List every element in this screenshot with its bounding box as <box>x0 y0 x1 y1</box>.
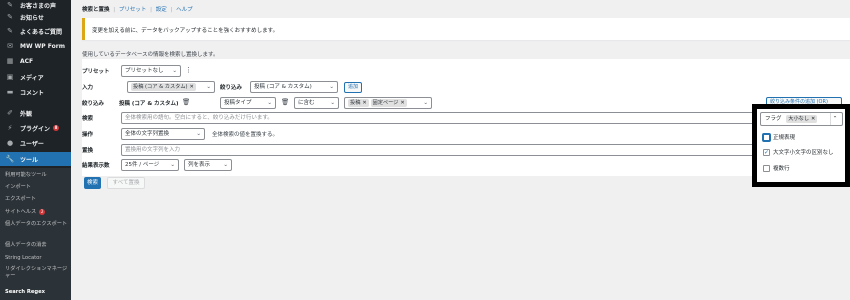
submenu-site-health[interactable]: サイトヘルス 2 <box>5 209 69 216</box>
remove-chip-icon[interactable]: ✕ <box>190 84 194 90</box>
chevron-down-icon: ⌄ <box>170 162 175 168</box>
chevron-down-icon: ⌄ <box>267 100 272 106</box>
flags-dropdown: フラグ 大小なし ✕ ⌃ 正規表現 ✓ 大文字小文字の区別なし 複数行 <box>757 109 845 182</box>
checkbox[interactable] <box>763 164 770 172</box>
replace-label: 置換 <box>82 148 94 154</box>
tab-presets[interactable]: プリセット <box>119 7 147 13</box>
pin-icon: ✎ <box>7 1 13 9</box>
input-label: 入力 <box>82 85 94 91</box>
menu-plugins[interactable]: ⚡ プラグイン 8 <box>0 121 71 135</box>
chevron-down-icon: ⌄ <box>330 100 335 106</box>
filter-label: 絞り込み <box>220 85 243 91</box>
trash-icon[interactable]: 🗑 <box>182 98 190 106</box>
plugin-icon: ⚡ <box>7 124 13 132</box>
media-icon: ▣ <box>6 73 14 81</box>
remove-chip-icon[interactable]: ✕ <box>362 100 366 106</box>
results-label: 結果表示数 <box>82 163 110 169</box>
search-form-panel: プリセット プリセットなし ⌄ ⋮ 入力 投稿 (コア & カスタム) ✕ ⌄ 絞り込… <box>82 59 850 176</box>
pin-icon: ✎ <box>7 13 13 21</box>
menu-tools[interactable]: 🔧 ツール <box>0 152 71 166</box>
post-type-values[interactable]: 投稿 ✕ 固定ページ ✕ ⌄ <box>344 97 432 109</box>
comment-icon: ▬ <box>6 88 14 96</box>
menu-users[interactable]: ● ユーザー <box>0 136 71 150</box>
chevron-up-icon[interactable]: ⌃ <box>830 113 839 125</box>
preset-label: プリセット <box>82 69 110 75</box>
per-page-select[interactable]: 25件 / ページ ⌄ <box>121 159 179 171</box>
flags-dropdown-highlight: フラグ 大小なし ✕ ⌃ 正規表現 ✓ 大文字小文字の区別なし 複数行 <box>752 104 850 187</box>
chevron-down-icon: ⌄ <box>172 68 177 74</box>
wrench-icon: 🔧 <box>5 155 15 163</box>
columns-select[interactable]: 列を表示 ⌄ <box>184 159 232 171</box>
add-filter-button[interactable]: 追加 <box>344 82 363 93</box>
tab-help[interactable]: ヘルプ <box>176 7 193 13</box>
preset-select[interactable]: プリセットなし ⌄ <box>121 65 181 77</box>
menu-appearance[interactable]: ✐ 外観 <box>0 106 71 120</box>
trash-icon[interactable]: 🗑 <box>281 98 289 106</box>
tab-settings[interactable]: 設定 <box>156 7 167 13</box>
flag-chip: 大小なし ✕ <box>786 115 818 123</box>
submenu-string-locator[interactable]: String Locator <box>5 255 69 262</box>
remove-chip-icon[interactable]: ✕ <box>400 100 404 106</box>
menu-acf[interactable]: ▦ ACF <box>0 54 71 68</box>
column-select[interactable]: 投稿タイプ ⌄ <box>220 97 276 109</box>
menu-mwwpform[interactable]: ✉ MW WP Form <box>0 39 71 53</box>
chevron-down-icon: ⌄ <box>329 84 334 90</box>
menu-news[interactable]: ✎ お知らせ <box>0 10 71 24</box>
search-button[interactable]: 検索 <box>84 177 101 189</box>
operation-help: 全体検索の値を置換する。 <box>212 132 279 138</box>
search-input[interactable]: 全体検索用の語句。空白にすると、絞り込みだけ行います。 <box>121 112 761 124</box>
backup-notice: 変更を加える前に、データをバックアップすることを強くおすすめします。 <box>82 18 850 40</box>
filter-row-title: 投稿 (コア & カスタム) <box>119 101 179 107</box>
logic-select[interactable]: に含む ⌄ <box>294 97 339 109</box>
user-icon: ● <box>6 139 14 147</box>
site-health-badge: 2 <box>39 209 46 215</box>
flag-option-multiline[interactable]: 複数行 <box>763 164 790 172</box>
submenu-search-regex[interactable]: Search Regex <box>5 289 69 296</box>
main-content: 検索と置換 | プリセット | 設定 | ヘルプ 変更を加える前に、データをバッ… <box>71 0 850 300</box>
tab-nav: 検索と置換 | プリセット | 設定 | ヘルプ <box>82 7 193 13</box>
replace-input[interactable]: 置換用の文字列を入力 <box>121 144 761 156</box>
filter-select[interactable]: 投稿 (コア & カスタム) ⌄ <box>250 81 338 93</box>
chevron-down-icon: ⌄ <box>206 84 211 90</box>
submenu-redirection-manager[interactable]: リダイレクションマネージャー <box>5 266 69 280</box>
plugin-update-badge: 8 <box>53 125 60 131</box>
menu-comments[interactable]: ▬ コメント <box>0 85 71 99</box>
tools-submenu: 利用可能なツール インポート エクスポート サイトヘルス 2 個人データのエクスポ… <box>0 168 71 300</box>
submenu-export-personal-data[interactable]: 個人データのエクスポート <box>5 221 69 228</box>
page-description: 使用しているデータベースの情報を検索し置換します。 <box>82 52 219 58</box>
search-label: 検索 <box>82 116 94 122</box>
menu-faq[interactable]: ✎ よくあるご質問 <box>0 24 71 38</box>
flags-select[interactable]: フラグ 大小なし ✕ ⌃ <box>760 112 843 126</box>
preset-more-icon[interactable]: ⋮ <box>185 66 192 74</box>
source-chip: 投稿 (コア & カスタム) ✕ <box>131 83 196 91</box>
chevron-down-icon: ⌄ <box>196 131 201 137</box>
grid-icon: ▦ <box>6 57 14 65</box>
submenu-import[interactable]: インポート <box>5 184 69 191</box>
flag-option-case-insensitive[interactable]: ✓ 大文字小文字の区別なし <box>763 148 834 156</box>
brush-icon: ✐ <box>7 109 13 117</box>
tab-search-replace[interactable]: 検索と置換 <box>82 7 110 13</box>
operation-label: 操作 <box>82 132 94 138</box>
filter-row-label: 絞り込み <box>82 101 105 107</box>
menu-media[interactable]: ▣ メディア <box>0 70 71 84</box>
submenu-export[interactable]: エクスポート <box>5 196 69 203</box>
submenu-available-tools[interactable]: 利用可能なツール <box>5 172 69 179</box>
checkbox-checked[interactable]: ✓ <box>763 148 770 156</box>
operation-select[interactable]: 全体の文字列置換 ⌄ <box>121 128 205 140</box>
chevron-down-icon: ⌄ <box>423 100 428 106</box>
mail-icon: ✉ <box>7 42 13 50</box>
chevron-down-icon: ⌄ <box>223 162 228 168</box>
admin-sidebar: ✎ お客さまの声 ✎ お知らせ ✎ よくあるご質問 ✉ MW WP Form ▦ ACF … <box>0 0 71 300</box>
remove-chip-icon[interactable]: ✕ <box>811 116 815 122</box>
submenu-erase-personal-data[interactable]: 個人データの消去 <box>5 242 69 249</box>
checkbox[interactable] <box>763 133 770 141</box>
replace-all-button[interactable]: すべて置換 <box>107 177 145 189</box>
flag-option-regex[interactable]: 正規表現 <box>763 133 795 141</box>
pin-icon: ✎ <box>7 27 13 35</box>
input-source-select[interactable]: 投稿 (コア & カスタム) ✕ ⌄ <box>127 81 215 93</box>
